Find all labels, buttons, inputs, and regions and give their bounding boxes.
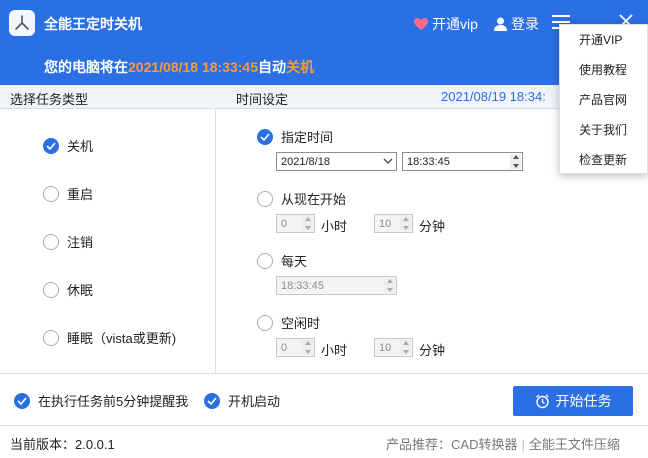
spinner-icon[interactable] [400, 340, 411, 355]
user-icon [494, 17, 507, 31]
task-option-shutdown[interactable]: 关机 [43, 136, 93, 155]
spinner-icon[interactable] [302, 340, 313, 355]
open-vip-label: 开通vip [432, 16, 478, 32]
spinner-icon[interactable] [510, 154, 521, 169]
mode-idle[interactable]: 空闲时 [257, 313, 320, 332]
menu-item-open-vip[interactable]: 开通VIP [560, 25, 647, 55]
product-link-compress[interactable]: 全能王文件压缩 [529, 437, 620, 452]
radio-icon [43, 329, 59, 346]
radio-icon [43, 281, 59, 298]
checked-icon [204, 392, 220, 409]
task-option-sleep[interactable]: 睡眠（vista或更新) [43, 328, 176, 347]
spinner-icon[interactable] [302, 216, 313, 231]
menu-item-website[interactable]: 产品官网 [560, 85, 647, 115]
spinner-icon[interactable] [384, 278, 395, 293]
task-option-restart[interactable]: 重启 [43, 184, 93, 203]
autostart-checkbox[interactable]: 开机启动 [204, 391, 280, 410]
radio-icon [257, 252, 273, 269]
start-task-button[interactable]: 开始任务 [513, 386, 633, 416]
menu-item-check-update[interactable]: 检查更新 [560, 145, 647, 175]
app-title: 全能王定时关机 [44, 16, 142, 32]
login-link[interactable]: 登录 [494, 14, 539, 34]
mode-daily[interactable]: 每天 [257, 251, 307, 270]
hours-unit: 小时 [321, 343, 348, 358]
alarm-clock-icon [535, 393, 549, 408]
radio-icon [43, 233, 59, 250]
shutdown-status: 您的电脑将在2021/08/18 18:33:45自动关机 [44, 59, 314, 75]
task-type-heading: 选择任务类型 [10, 92, 89, 107]
main-menu-dropdown: 开通VIP 使用教程 产品官网 关于我们 检查更新 [559, 24, 648, 174]
section-header: 选择任务类型 时间设定 2021/08/19 18:34: [0, 85, 648, 109]
scheduled-action: 关机 [286, 59, 314, 75]
menu-item-tutorial[interactable]: 使用教程 [560, 55, 647, 85]
date-picker[interactable]: 2021/8/18 [276, 152, 397, 171]
minutes-unit: 分钟 [419, 343, 446, 358]
remind-checkbox[interactable]: 在执行任务前5分钟提醒我 [14, 391, 188, 410]
checked-icon [43, 137, 59, 154]
open-vip-link[interactable]: 开通vip [414, 14, 478, 34]
task-option-logout[interactable]: 注销 [43, 232, 93, 251]
current-datetime: 2021/08/19 18:34: [441, 89, 546, 104]
idle-minutes-input[interactable]: 10 [374, 338, 413, 357]
minutes-unit: 分钟 [419, 219, 446, 234]
idle-hours-input[interactable]: 0 [276, 338, 315, 357]
time-setting-heading: 时间设定 [236, 92, 289, 107]
version-label: 当前版本：2.0.0.1 [10, 437, 115, 452]
daily-time-input[interactable]: 18:33:45 [276, 276, 397, 295]
from-now-hours-input[interactable]: 0 [276, 214, 315, 233]
checked-icon [257, 128, 273, 145]
product-link-cad[interactable]: CAD转换器 [451, 437, 517, 452]
app-logo [9, 10, 35, 36]
radio-icon [257, 314, 273, 331]
title-bar: 全能王定时关机 开通vip 登录 您的电脑将在2021/08/18 18:33:… [0, 0, 648, 85]
radio-icon [257, 190, 273, 207]
spinner-icon[interactable] [400, 216, 411, 231]
product-recommend: 产品推荐：CAD转换器 | 全能王文件压缩 [386, 437, 620, 452]
checked-icon [14, 392, 30, 409]
time-picker[interactable]: 18:33:45 [402, 152, 523, 171]
options-row: 在执行任务前5分钟提醒我 开机启动 开始任务 [0, 373, 648, 425]
mode-specified-time[interactable]: 指定时间 [257, 127, 333, 146]
radio-icon [43, 185, 59, 202]
login-label: 登录 [511, 16, 539, 32]
task-type-panel: 关机 重启 注销 休眠 睡眠（vista或更新) [0, 109, 216, 373]
menu-item-about[interactable]: 关于我们 [560, 115, 647, 145]
status-footer: 当前版本：2.0.0.1 产品推荐：CAD转换器 | 全能王文件压缩 [0, 425, 648, 458]
from-now-minutes-input[interactable]: 10 [374, 214, 413, 233]
task-option-hibernate[interactable]: 休眠 [43, 280, 93, 299]
heart-icon [414, 17, 428, 30]
hours-unit: 小时 [321, 219, 348, 234]
chevron-down-icon [383, 158, 393, 164]
mode-from-now[interactable]: 从现在开始 [257, 189, 346, 208]
power-logo-icon [15, 15, 29, 30]
scheduled-time: 2021/08/18 18:33:45 [128, 59, 258, 75]
